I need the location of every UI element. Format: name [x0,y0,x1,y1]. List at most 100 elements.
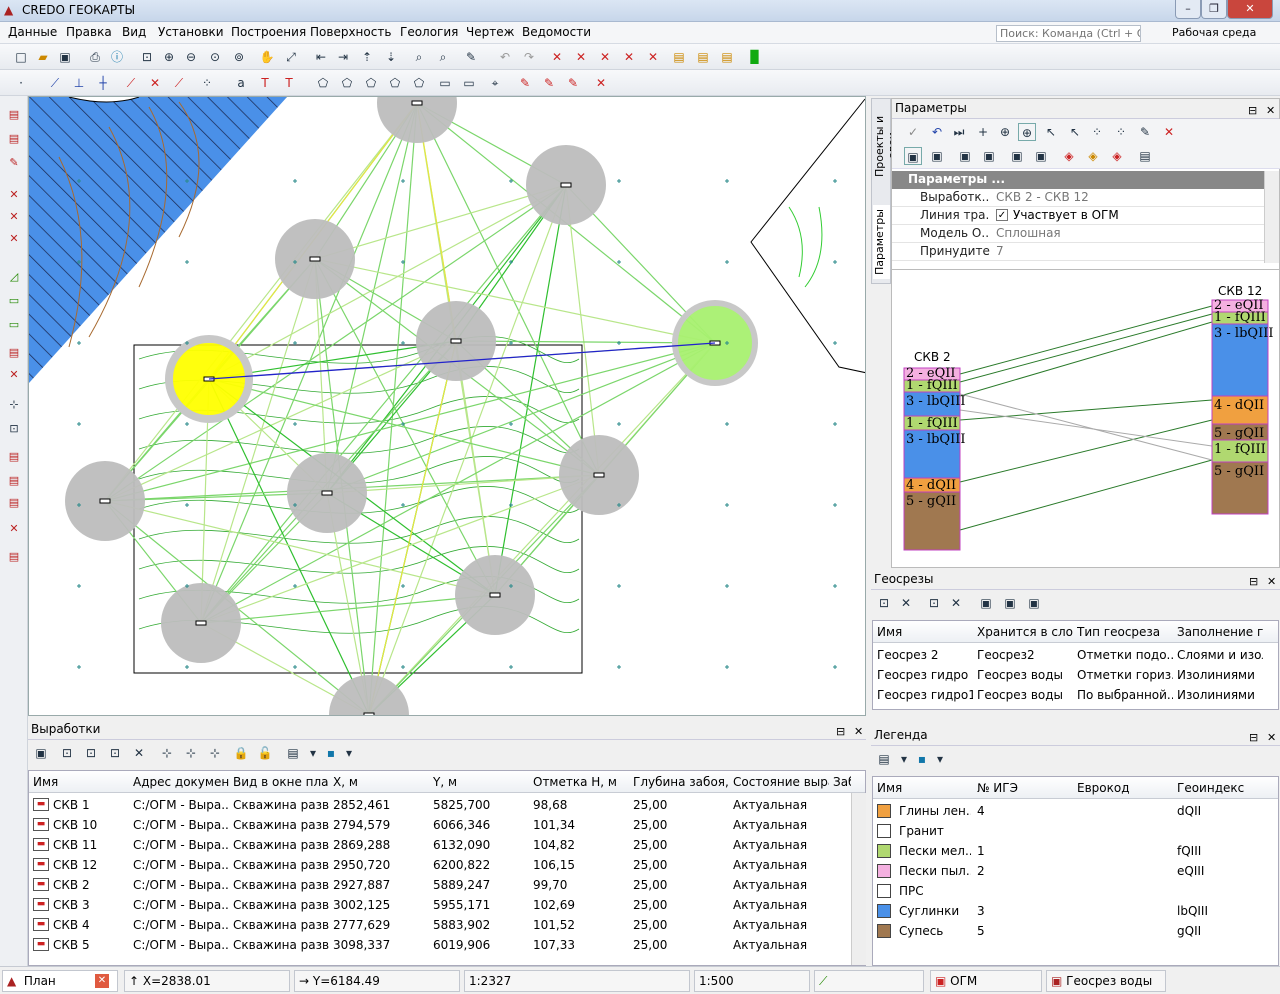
zoom-out-icon[interactable]: ⊖ [182,48,200,66]
menu-settings[interactable]: Установки [158,25,224,39]
scale-drawing[interactable]: 1:500 [694,970,810,992]
menu-edit[interactable]: Правка [66,25,112,39]
close-tab-icon[interactable]: ✕ [95,974,109,988]
tool-9-icon[interactable]: ▭ [5,316,23,334]
panel-close-icon[interactable]: ✕ [1267,572,1276,591]
col-header[interactable]: Состояние выра [733,775,829,789]
zoom-window-icon[interactable]: ⊡ [138,48,156,66]
workspace-selector[interactable]: Рабочая среда [1172,26,1256,39]
col-header[interactable]: Имя [877,781,971,795]
tool-7-icon[interactable]: ◿ [5,268,23,286]
text-icon[interactable]: a [232,74,250,92]
col-header[interactable]: Отметка H, м [533,775,629,789]
geo-tool-6-icon[interactable]: ▣ [1001,594,1019,612]
cut2-icon[interactable]: ✕ [146,74,164,92]
arrow-up-icon[interactable]: ⇡ [358,48,376,66]
col-header[interactable]: Вид в окне плана [233,775,329,789]
snap5-icon[interactable]: ✕ [644,48,662,66]
tool-8-icon[interactable]: ▭ [5,292,23,310]
picker-icon[interactable]: ✎ [1136,123,1154,141]
geo-tool-7-icon[interactable]: ▣ [1025,594,1043,612]
open-folder-icon[interactable]: ▰ [34,48,52,66]
layer3-icon[interactable]: ▤ [718,48,736,66]
pin-icon[interactable]: ⊟ [1248,101,1257,120]
return-icon[interactable]: ↶ [928,123,946,141]
dropdown-arrow-icon[interactable]: ▾ [304,744,322,762]
geo-tool-5-icon[interactable]: ▣ [977,594,995,612]
pointer-icon[interactable]: ↖ [1042,123,1060,141]
pin-icon[interactable]: ⊟ [836,722,845,741]
cancel-icon[interactable]: ✕ [1160,123,1178,141]
pin-icon[interactable]: ⊟ [1249,728,1258,747]
legend-row[interactable]: Гранит [873,821,1278,841]
rect-icon[interactable]: ▭ [436,74,454,92]
pen2-icon[interactable]: ✎ [540,74,558,92]
legend-row[interactable]: ПРС [873,881,1278,901]
maximize-button[interactable]: ❐ [1201,0,1227,19]
tool-6-icon[interactable]: ✕ [5,230,23,248]
arrow-right-icon[interactable]: ⇥ [334,48,352,66]
geo-tool-3-icon[interactable]: ⊡ [925,594,943,612]
plan-canvas[interactable] [28,96,866,716]
delete-icon[interactable]: ✕ [592,74,610,92]
cross-icon[interactable]: ┼ [94,74,112,92]
col-header[interactable]: Адрес документа [133,775,229,789]
table-row[interactable]: ▬ СКВ 5 С:/ОГМ - Выра... Скважина разв... 30… [29,935,849,955]
col-header[interactable]: Y, м [433,775,529,789]
cut3-icon[interactable]: ⟋ [170,74,188,92]
text-add-icon[interactable]: T [256,74,274,92]
dots-icon[interactable]: ⁘ [198,74,216,92]
line-icon[interactable]: ⟋ [46,74,64,92]
panel-close-icon[interactable]: ✕ [1267,728,1276,747]
close-button[interactable]: ✕ [1227,0,1273,19]
wk-tool-6-icon[interactable]: ⊹ [158,744,176,762]
param-row[interactable]: Принудите...7 [892,243,1264,261]
new-file-icon[interactable]: □ [12,48,30,66]
wk-tool-8-icon[interactable]: ⊹ [206,744,224,762]
command-search-input[interactable] [996,25,1141,42]
pen-icon[interactable]: ✎ [516,74,534,92]
menu-data[interactable]: Данные [8,25,57,39]
tool-14-icon[interactable]: ▤ [5,448,23,466]
fill2-icon[interactable]: ◈ [1084,147,1102,165]
params-scrollbar[interactable] [1264,171,1279,263]
pen3-icon[interactable]: ✎ [564,74,582,92]
col-header[interactable]: Имя [33,775,129,789]
col-header[interactable]: X, м [333,775,429,789]
select2-icon[interactable]: ▣ [928,147,946,165]
tool-12-icon[interactable]: ⊹ [5,396,23,414]
tool-10-icon[interactable]: ▤ [5,344,23,362]
dots2-icon[interactable]: ⁘ [1088,123,1106,141]
table-row[interactable]: ▬ СКВ 11 С:/ОГМ - Выра... Скважина разв... 2… [29,835,849,855]
col-header[interactable]: Геоиндекс [1177,781,1273,795]
snap4-icon[interactable]: ✕ [620,48,638,66]
legend-row[interactable]: Пески мел... 1 fQIII [873,841,1278,861]
geo-tool-2-icon[interactable]: ✕ [897,594,915,612]
tool-17-icon[interactable]: ✕ [5,520,23,538]
tool-1-icon[interactable]: ▤ [5,106,23,124]
borehole-marker[interactable] [329,675,409,716]
menu-geology[interactable]: Геология [400,25,458,39]
menu-surface[interactable]: Поверхность [310,25,391,39]
undo-icon[interactable]: ↶ [496,48,514,66]
crosshair-active-icon[interactable]: ⊕ [1018,123,1036,141]
table-row[interactable]: ▬ СКВ 10 С:/ОГМ - Выра... Скважина разв... 2… [29,815,849,835]
marker-icon[interactable]: ▪ [322,744,340,762]
tool-3-icon[interactable]: ✎ [5,154,23,172]
step-icon[interactable]: ⏭ [950,123,968,141]
wk-tool-4-icon[interactable]: ⊡ [106,744,124,762]
wk-tool-1-icon[interactable]: ▣ [32,744,50,762]
col-header[interactable]: Хранится в слое [977,625,1073,639]
table-row[interactable]: ▬ СКВ 4 С:/ОГМ - Выра... Скважина разв... 27… [29,915,849,935]
dots3-icon[interactable]: ⁘ [1112,123,1130,141]
participates-checkbox[interactable]: ✓ [996,209,1008,221]
wk-tool-2-icon[interactable]: ⊡ [58,744,76,762]
menu-reports[interactable]: Ведомости [522,25,591,39]
view-mode-icon[interactable]: ▤ [875,750,893,768]
table-row[interactable]: Геосрез 2 Геосрез2 Отметки подо... Слоями и… [873,645,1278,665]
zoom-in-icon[interactable]: ⊕ [160,48,178,66]
fill-icon[interactable]: ◈ [1060,147,1078,165]
param-row[interactable]: Линия тра... ✓ Участвует в ОГМ [892,207,1264,225]
redo-icon[interactable]: ↷ [520,48,538,66]
wk-tool-3-icon[interactable]: ⊡ [82,744,100,762]
